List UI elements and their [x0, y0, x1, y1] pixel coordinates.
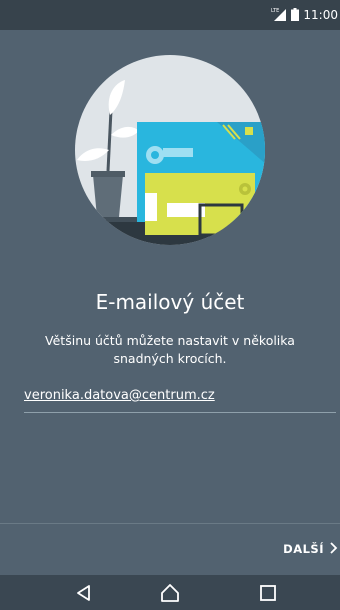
page-subtitle: Většinu účtů můžete nastavit v několika … [45, 333, 295, 366]
network-type-label: LTE [271, 8, 279, 14]
status-bar: LTE 11:00 [0, 0, 340, 30]
email-value[interactable]: veronika.datova@centrum.cz [24, 388, 215, 403]
status-icons: LTE 11:00 [271, 6, 338, 24]
signal-icon: LTE [271, 6, 287, 25]
recents-icon[interactable] [258, 583, 278, 603]
footer-divider [0, 523, 340, 524]
status-time: 11:00 [303, 8, 338, 22]
chevron-right-icon [330, 541, 338, 557]
next-button-label: DALŠÍ [283, 542, 324, 556]
email-field[interactable]: veronika.datova@centrum.cz [24, 386, 336, 413]
nav-bar [0, 575, 340, 610]
back-icon[interactable] [74, 583, 94, 603]
battery-icon [291, 6, 300, 25]
page-title: E-mailový účet [95, 290, 245, 314]
next-button[interactable]: DALŠÍ [283, 536, 340, 562]
email-illustration [75, 55, 265, 245]
home-icon[interactable] [160, 583, 180, 603]
